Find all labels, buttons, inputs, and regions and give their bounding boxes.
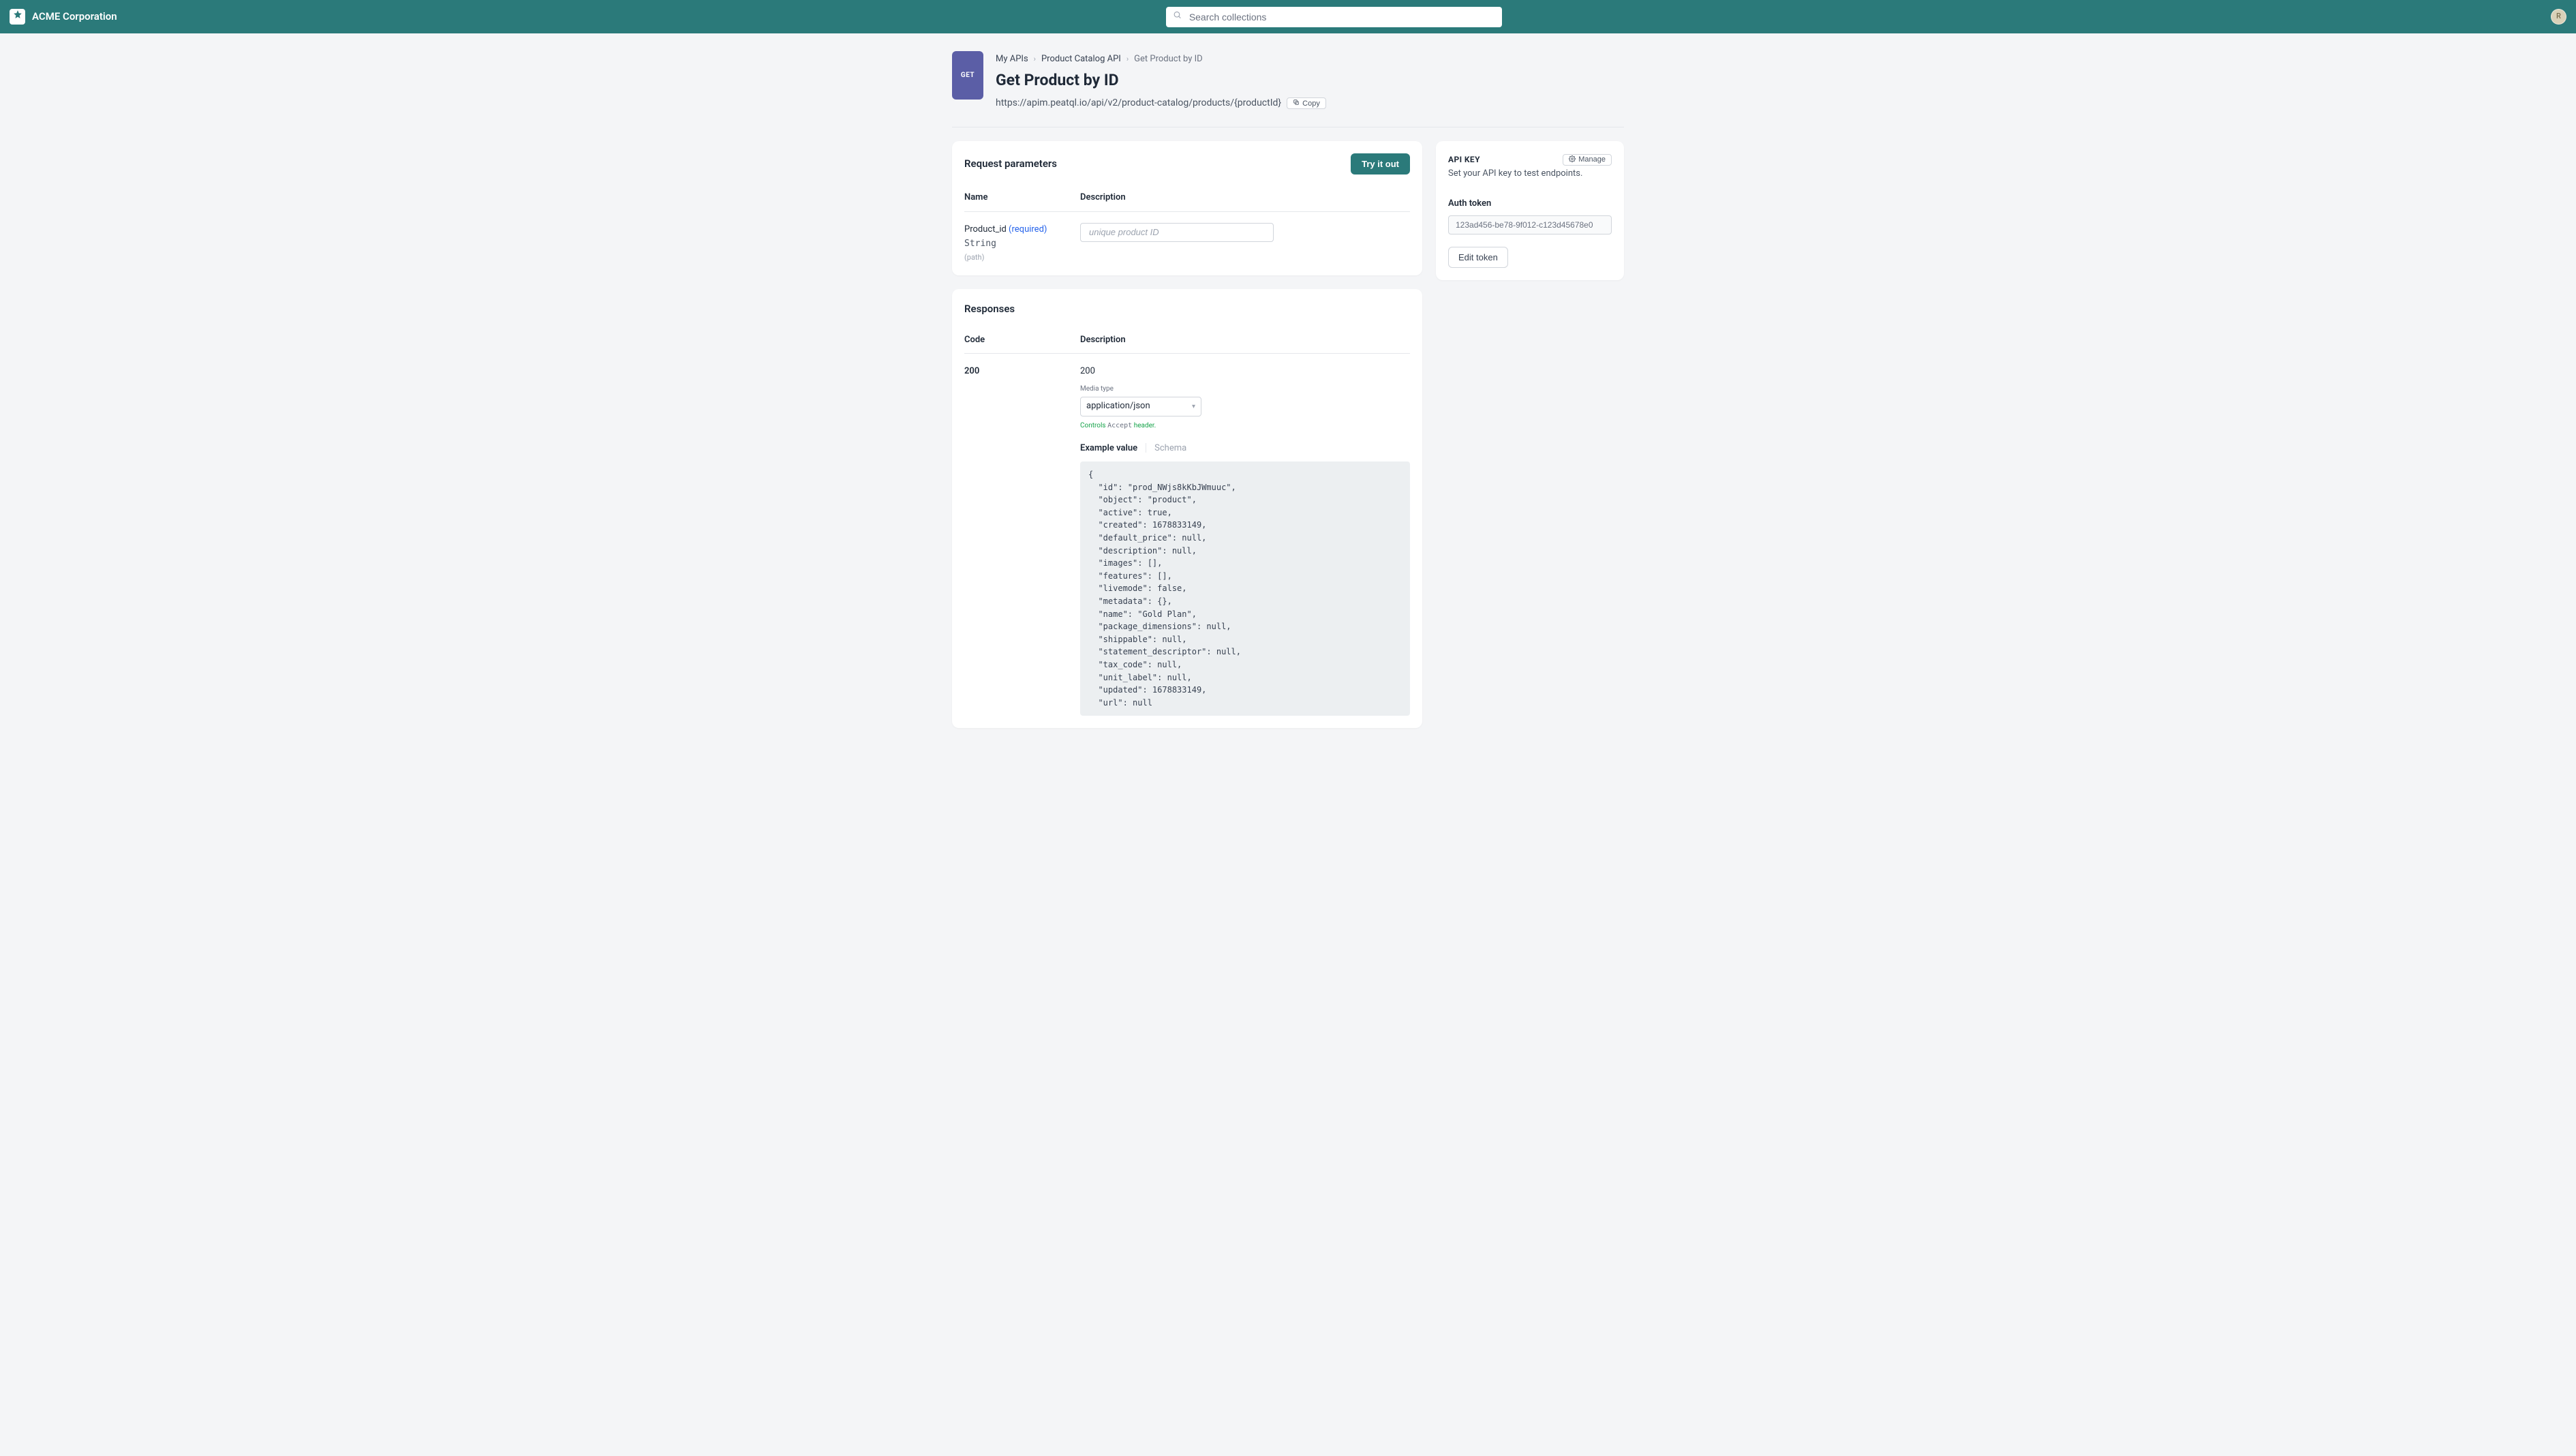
breadcrumb: My APIs › Product Catalog API › Get Prod… bbox=[996, 52, 1624, 66]
col-description: Description bbox=[1080, 327, 1410, 354]
param-type: String bbox=[964, 237, 1080, 251]
url-row: https://apim.peatql.io/api/v2/product-ca… bbox=[996, 96, 1624, 110]
endpoint-url: https://apim.peatql.io/api/v2/product-ca… bbox=[996, 96, 1281, 110]
auth-token-input[interactable] bbox=[1448, 215, 1612, 234]
api-key-subtitle: Set your API key to test endpoints. bbox=[1448, 167, 1612, 181]
hint-word: header. bbox=[1134, 422, 1156, 429]
api-key-title: API KEY bbox=[1448, 153, 1480, 166]
app-logo[interactable] bbox=[10, 9, 25, 25]
params-head: Request parameters Try it out bbox=[964, 153, 1410, 175]
col-code: Code bbox=[964, 327, 1080, 354]
param-name: Product_id bbox=[964, 224, 1007, 234]
params-title: Request parameters bbox=[964, 156, 1057, 172]
col-name: Name bbox=[964, 184, 1080, 211]
chevron-right-icon: › bbox=[1126, 54, 1129, 65]
chevron-right-icon: › bbox=[1034, 54, 1036, 65]
chevron-down-icon: ▾ bbox=[1192, 401, 1195, 412]
media-hint: Controls Accept header. bbox=[1080, 421, 1410, 431]
side-column: API KEY Manage Set your API key to test … bbox=[1436, 141, 1624, 280]
response-row: 200 200 Media type application/json ▾ Co… bbox=[964, 354, 1410, 716]
org-name: ACME Corporation bbox=[32, 9, 117, 25]
media-type-select[interactable]: application/json ▾ bbox=[1080, 397, 1201, 416]
breadcrumb-item[interactable]: My APIs bbox=[996, 52, 1028, 66]
header-left: ACME Corporation bbox=[10, 9, 117, 25]
params-table: Name Description Product_id (required) bbox=[964, 184, 1410, 263]
responses-title: Responses bbox=[964, 301, 1015, 317]
tab-example-value[interactable]: Example value bbox=[1080, 442, 1137, 455]
tab-schema[interactable]: Schema bbox=[1154, 442, 1186, 455]
response-code: 200 bbox=[964, 354, 1080, 716]
page-header-body: My APIs › Product Catalog API › Get Prod… bbox=[996, 51, 1624, 110]
col-description: Description bbox=[1080, 184, 1410, 211]
breadcrumb-item[interactable]: Product Catalog API bbox=[1041, 52, 1121, 66]
param-name-line: Product_id (required) bbox=[964, 223, 1080, 237]
response-tabs: Example value Schema bbox=[1080, 442, 1410, 455]
api-key-card: API KEY Manage Set your API key to test … bbox=[1436, 141, 1624, 280]
param-required: (required) bbox=[1009, 224, 1047, 234]
responses-card: Responses Code Description 200 200 bbox=[952, 289, 1422, 728]
avatar-initial: R bbox=[2556, 11, 2561, 22]
example-code[interactable]: { "id": "prod_NWjs8kKbJWmuuc", "object":… bbox=[1080, 461, 1410, 716]
star-icon bbox=[13, 10, 22, 24]
copy-label: Copy bbox=[1302, 100, 1320, 108]
param-row: Product_id (required) String (path) bbox=[964, 211, 1410, 263]
media-selected: application/json bbox=[1086, 399, 1150, 413]
manage-button[interactable]: Manage bbox=[1563, 154, 1612, 166]
edit-token-button[interactable]: Edit token bbox=[1448, 247, 1508, 268]
gear-icon bbox=[1569, 155, 1576, 164]
search-icon bbox=[1173, 10, 1182, 24]
page-container: GET My APIs › Product Catalog API › Get … bbox=[952, 33, 1624, 755]
params-card: Request parameters Try it out Name Descr… bbox=[952, 141, 1422, 275]
response-desc: 200 bbox=[1080, 365, 1410, 378]
param-input[interactable] bbox=[1080, 223, 1274, 242]
manage-label: Manage bbox=[1578, 155, 1606, 164]
responses-head: Responses bbox=[964, 301, 1410, 317]
layout: Request parameters Try it out Name Descr… bbox=[952, 141, 1624, 728]
breadcrumb-current: Get Product by ID bbox=[1134, 52, 1203, 66]
copy-button[interactable]: Copy bbox=[1287, 97, 1326, 109]
main-column: Request parameters Try it out Name Descr… bbox=[952, 141, 1422, 728]
page-title: Get Product by ID bbox=[996, 69, 1624, 93]
app-header: ACME Corporation R bbox=[0, 0, 2576, 33]
hint-word: Controls bbox=[1080, 422, 1106, 429]
api-key-head: API KEY Manage bbox=[1448, 153, 1612, 166]
try-it-out-button[interactable]: Try it out bbox=[1351, 153, 1410, 175]
hint-word: Accept bbox=[1107, 422, 1132, 429]
method-label: GET bbox=[961, 70, 975, 80]
auth-token-label: Auth token bbox=[1448, 197, 1612, 211]
search-input[interactable] bbox=[1166, 7, 1502, 27]
page-header: GET My APIs › Product Catalog API › Get … bbox=[952, 51, 1624, 127]
search-box bbox=[1166, 7, 1502, 27]
param-in: (path) bbox=[964, 252, 1080, 264]
copy-icon bbox=[1293, 99, 1300, 108]
responses-table: Code Description 200 200 Media type appl… bbox=[964, 327, 1410, 716]
method-badge: GET bbox=[952, 51, 983, 100]
search-wrap bbox=[1166, 7, 1502, 27]
avatar[interactable]: R bbox=[2551, 9, 2566, 25]
media-type-label: Media type bbox=[1080, 384, 1410, 394]
